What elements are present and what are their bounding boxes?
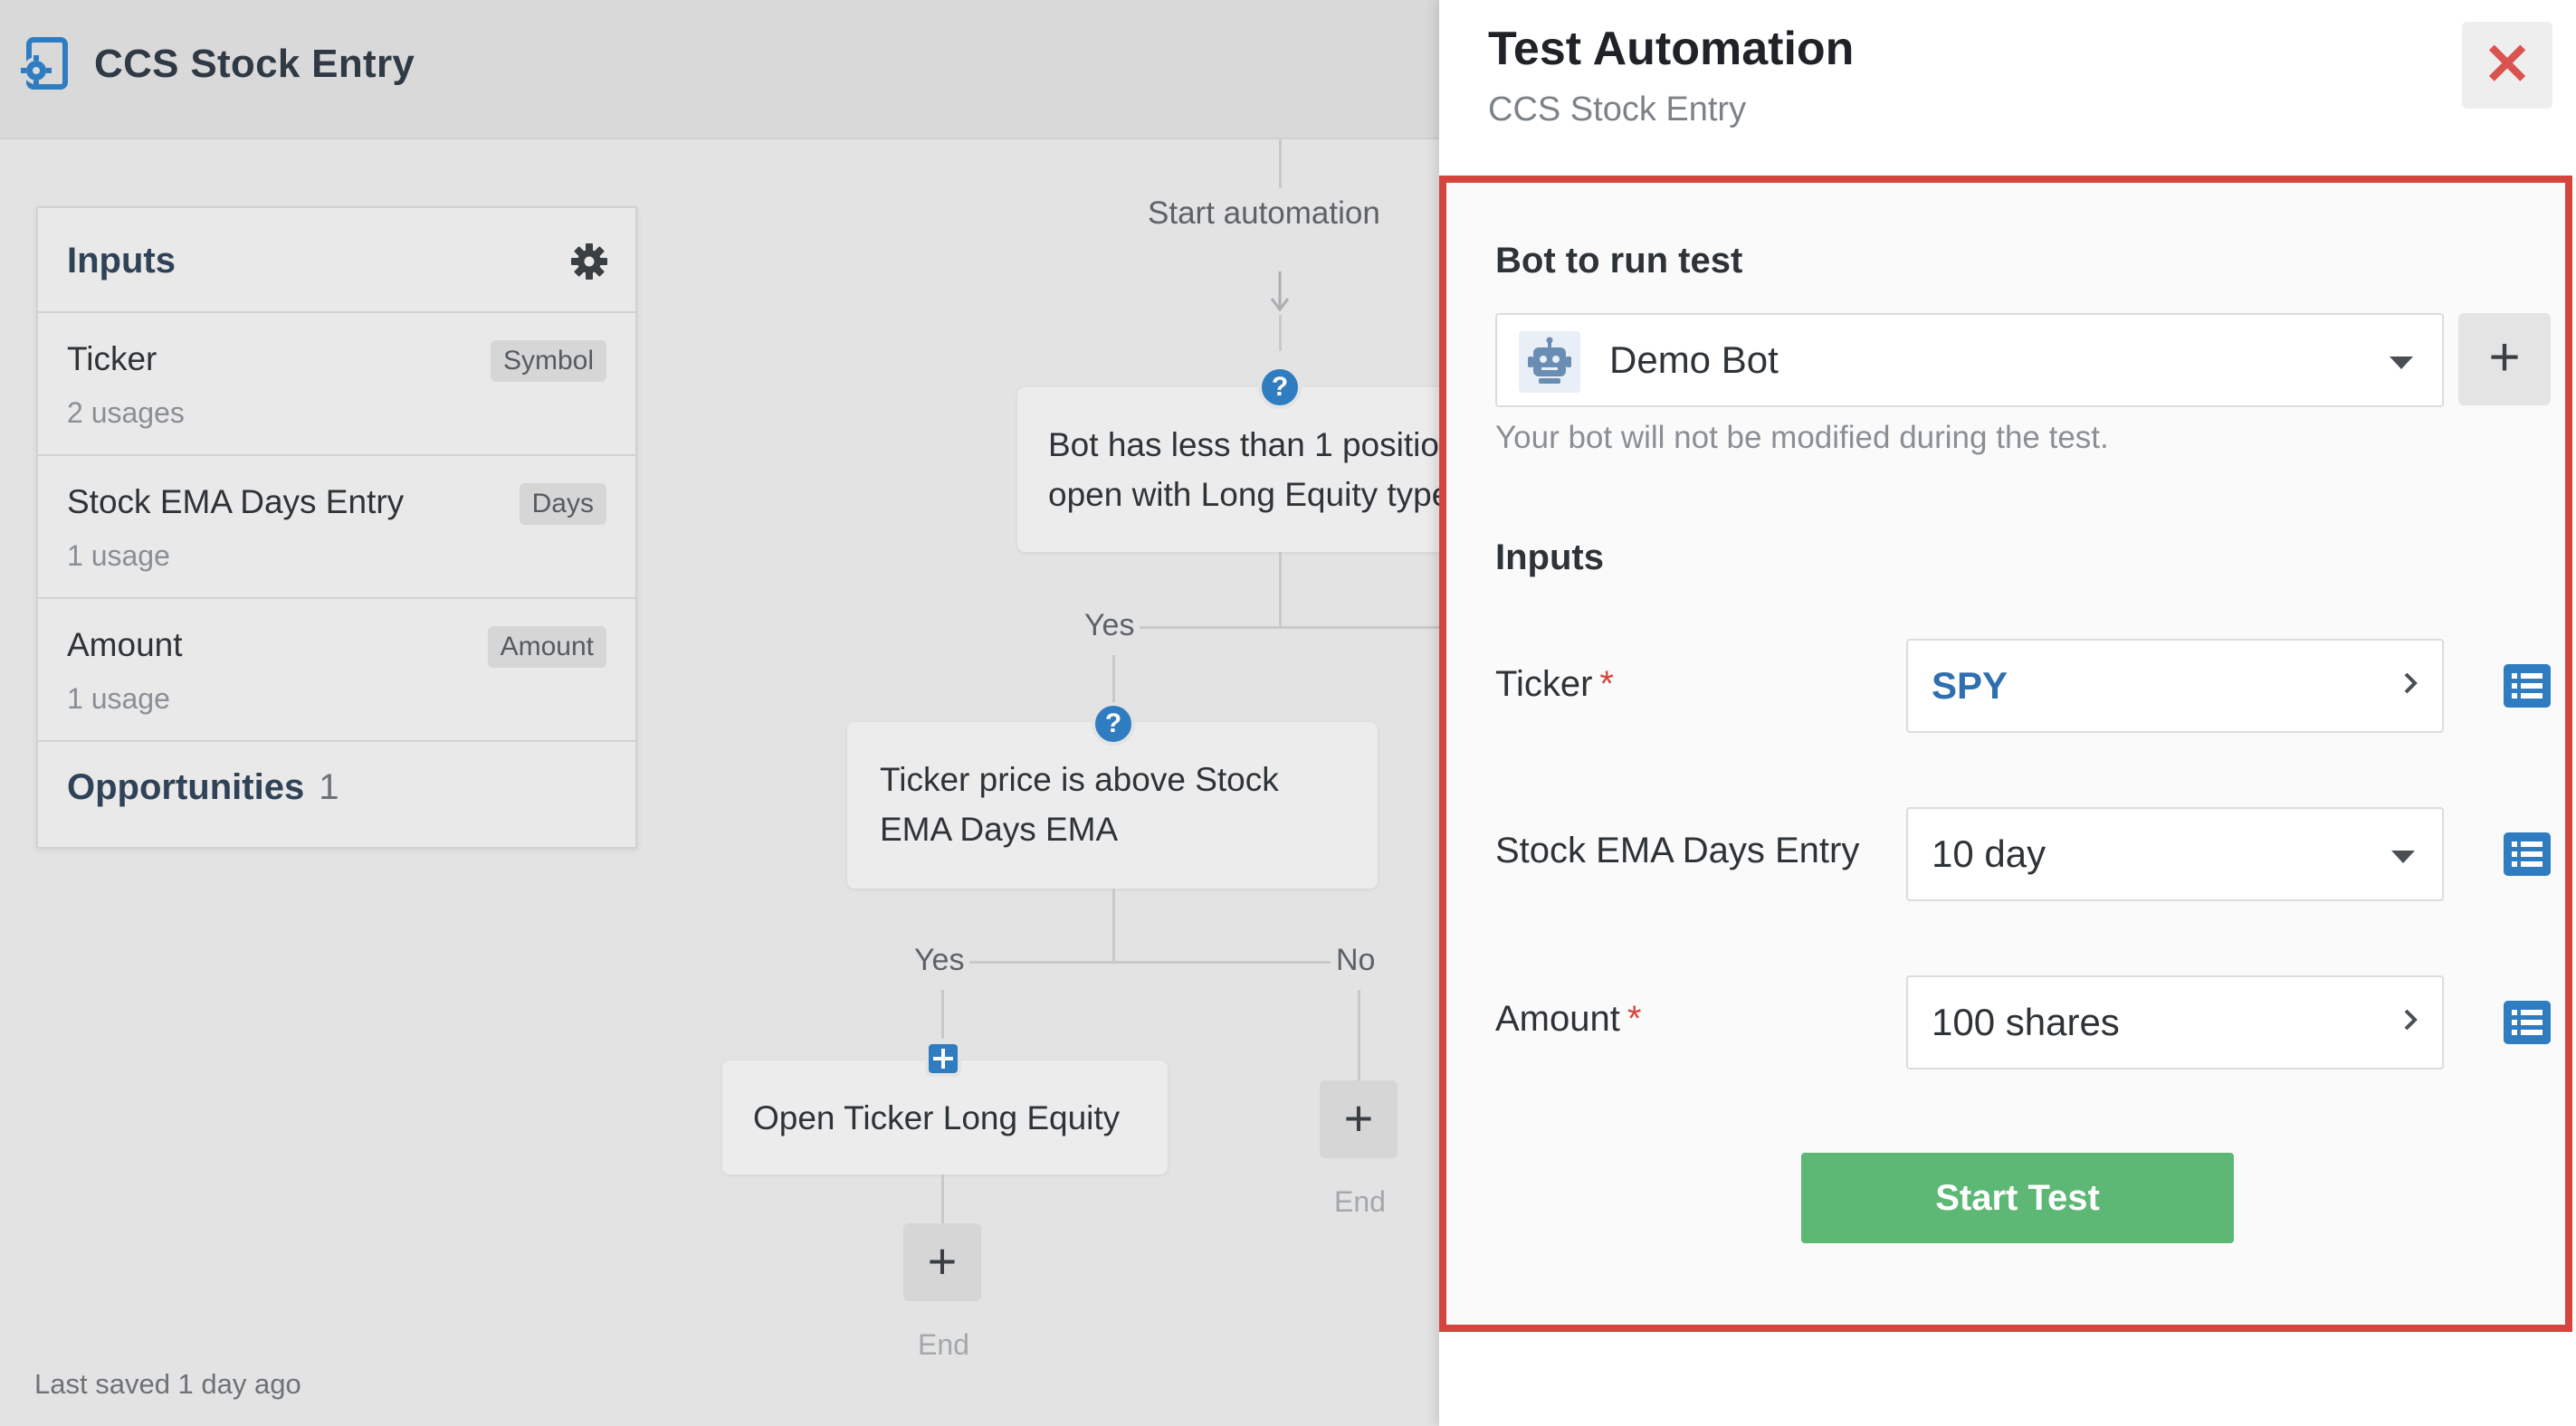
- required-asterisk: *: [1627, 999, 1642, 1039]
- add-step-button[interactable]: +: [903, 1223, 981, 1301]
- connector-line: [1279, 552, 1282, 628]
- input-name: Ticker: [67, 340, 157, 377]
- close-icon: ✕: [2483, 32, 2532, 97]
- chevron-right-icon: [2404, 672, 2418, 694]
- gear-icon[interactable]: [570, 242, 608, 280]
- start-test-button[interactable]: Start Test: [1801, 1153, 2234, 1243]
- close-button[interactable]: ✕: [2462, 22, 2552, 109]
- ticker-value: SPY: [1932, 664, 2008, 707]
- inputs-panel-header: Inputs: [38, 208, 635, 313]
- list-icon[interactable]: [2504, 832, 2551, 876]
- amount-label: Amount *: [1495, 999, 1641, 1040]
- condition-text: Ticker price is above Stock EMA Days EMA: [880, 761, 1279, 848]
- input-usage: 1 usage: [67, 682, 170, 715]
- end-label: End: [1334, 1185, 1386, 1218]
- ticker-label: Ticker *: [1495, 664, 1614, 705]
- list-icon[interactable]: [2504, 664, 2551, 708]
- drawer-title: Test Automation: [1488, 23, 1855, 75]
- question-icon: ?: [1092, 702, 1135, 746]
- field-label: Stock EMA Days Entry: [1495, 831, 1860, 870]
- ticker-field[interactable]: SPY: [1906, 639, 2444, 733]
- start-automation-label: Start automation: [1148, 195, 1380, 231]
- stock-ema-days-entry-value: 10 day: [1932, 832, 2046, 875]
- stock-ema-days-entry-label: Stock EMA Days Entry: [1495, 831, 1866, 871]
- robot-icon: [1519, 331, 1580, 393]
- action-text: Open Ticker Long Equity: [753, 1099, 1121, 1136]
- opportunities-count: 1: [319, 767, 339, 807]
- field-label: Amount: [1495, 999, 1620, 1039]
- condition-card-ema[interactable]: Ticker price is above Stock EMA Days EMA: [847, 722, 1378, 889]
- amount-value: 100 shares: [1932, 1001, 2120, 1043]
- connector-line: [1112, 889, 1115, 963]
- input-type-badge: Amount: [487, 626, 606, 668]
- bot-section-heading: Bot to run test: [1495, 241, 1743, 280]
- input-name: Amount: [67, 626, 183, 663]
- bot-help-text: Your bot will not be modified during the…: [1495, 420, 2109, 455]
- input-type-badge: Symbol: [490, 340, 606, 382]
- input-item-stock-ema-days-entry[interactable]: Stock EMA Days Entry 1 usage Days: [38, 456, 635, 599]
- bot-select[interactable]: Demo Bot: [1495, 313, 2444, 407]
- connector-line: [1279, 139, 1282, 188]
- connector-line: [1112, 655, 1115, 709]
- input-name: Stock EMA Days Entry: [67, 483, 405, 520]
- inputs-section-heading: Inputs: [1495, 537, 1604, 577]
- bot-select-value: Demo Bot: [1609, 338, 1779, 381]
- action-card-open-ticker[interactable]: Open Ticker Long Equity: [722, 1060, 1168, 1174]
- end-label: End: [918, 1328, 969, 1361]
- automation-gear-icon: [21, 37, 68, 90]
- branch-yes-label: Yes: [1079, 608, 1140, 643]
- test-form: Bot to run test Demo Bot + Your bot will…: [1439, 176, 2572, 1332]
- required-asterisk: *: [1599, 664, 1614, 704]
- input-item-ticker[interactable]: Ticker 2 usages Symbol: [38, 313, 635, 456]
- drawer-subtitle: CCS Stock Entry: [1488, 90, 1747, 128]
- list-icon[interactable]: [2504, 1001, 2551, 1044]
- question-icon: ?: [1258, 366, 1302, 409]
- inputs-panel: Inputs Ticker 2 usages Symbol Stock EMA …: [36, 206, 637, 849]
- add-bot-button[interactable]: +: [2458, 313, 2551, 405]
- connector-line: [941, 1174, 944, 1225]
- branch-no-label: No: [1331, 943, 1381, 978]
- opportunities-label: Opportunities: [67, 767, 305, 807]
- input-item-amount[interactable]: Amount 1 usage Amount: [38, 599, 635, 742]
- arrow-down-icon: [1270, 271, 1290, 312]
- automation-title: CCS Stock Entry: [94, 42, 415, 86]
- stock-ema-days-entry-select[interactable]: 10 day: [1906, 807, 2444, 901]
- top-bar: CCS Stock Entry: [0, 0, 1439, 139]
- connector-line: [1279, 315, 1282, 351]
- add-step-button[interactable]: +: [1320, 1080, 1398, 1158]
- chevron-down-icon: [2391, 851, 2415, 863]
- branch-yes-label: Yes: [909, 943, 970, 978]
- inputs-panel-title: Inputs: [67, 241, 176, 280]
- condition-card-position[interactable]: Bot has less than 1 position open with L…: [1017, 387, 1439, 552]
- connector-line: [941, 961, 1361, 964]
- connector-line: [941, 990, 944, 1039]
- connector-line: [1113, 626, 1439, 629]
- last-saved-status: Last saved 1 day ago: [34, 1368, 301, 1400]
- chevron-right-icon: [2404, 1009, 2418, 1031]
- opportunities-link[interactable]: Opportunities 1: [67, 767, 339, 808]
- condition-text: Bot has less than 1 position open with L…: [1048, 426, 1439, 513]
- input-usage: 2 usages: [67, 396, 185, 429]
- amount-field[interactable]: 100 shares: [1906, 975, 2444, 1070]
- input-type-badge: Days: [519, 483, 606, 525]
- connector-line: [1358, 990, 1360, 1084]
- input-usage: 1 usage: [67, 539, 170, 572]
- action-plus-icon: [925, 1041, 961, 1077]
- automation-editor: CCS Stock Entry Inputs Ticker 2 usages S…: [0, 0, 1439, 1426]
- chevron-down-icon: [2390, 356, 2413, 369]
- field-label: Ticker: [1495, 664, 1593, 704]
